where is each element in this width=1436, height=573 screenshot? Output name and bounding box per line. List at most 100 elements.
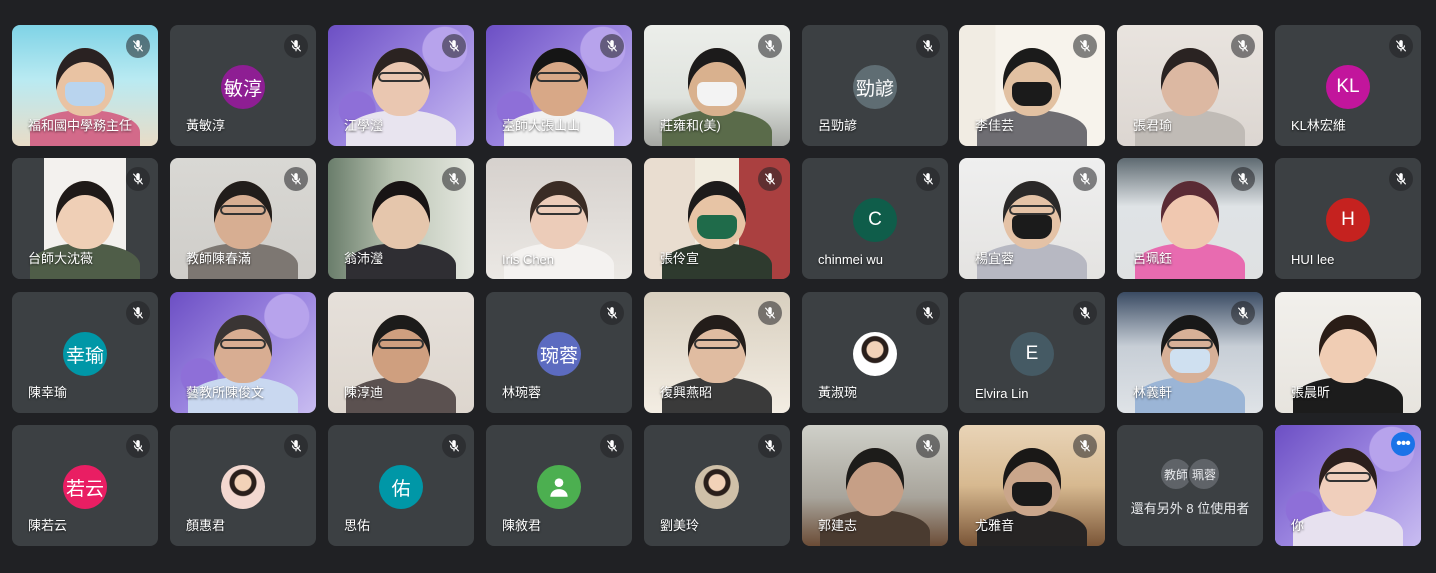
participant-tile[interactable]: 台師大沈薇 bbox=[12, 158, 158, 279]
self-tile[interactable]: ••• 你 bbox=[1275, 425, 1421, 546]
glasses-icon bbox=[536, 205, 582, 215]
participant-tile[interactable]: 教師 珮蓉 還有另外 8 位使用者 bbox=[1117, 425, 1263, 546]
participant-tile[interactable]: 琬蓉 林琬蓉 bbox=[486, 292, 632, 413]
participant-tile[interactable]: 郭建志 bbox=[802, 425, 948, 546]
mic-off-icon bbox=[916, 301, 940, 325]
participant-face bbox=[846, 448, 904, 516]
mic-off-icon bbox=[600, 434, 624, 458]
mic-off-icon bbox=[126, 434, 150, 458]
participant-name: 林義軒 bbox=[1133, 385, 1173, 400]
participant-face bbox=[530, 181, 588, 249]
mic-off-icon bbox=[1073, 167, 1097, 191]
participant-grid: 福和國中學務主任 敏淳 黃敏淳 江學瀅 臺師大張山山 莊雍和(美) 勁諺 呂勁諺 李佳芸 張君瑜 K… bbox=[0, 0, 1436, 573]
participant-face bbox=[214, 181, 272, 249]
participant-tile[interactable]: 張君瑜 bbox=[1117, 25, 1263, 146]
participant-face bbox=[1161, 48, 1219, 116]
participant-tile[interactable]: 幸瑜 陳幸瑜 bbox=[12, 292, 158, 413]
participant-tile[interactable]: 張晨昕 bbox=[1275, 292, 1421, 413]
mic-off-icon bbox=[758, 434, 782, 458]
participant-tile[interactable]: 陳淳迪 bbox=[328, 292, 474, 413]
participant-face bbox=[1319, 448, 1377, 516]
participant-face bbox=[530, 48, 588, 116]
mic-off-icon bbox=[442, 167, 466, 191]
participant-tile[interactable]: 尤雅音 bbox=[959, 425, 1105, 546]
participant-name: 呂勁諺 bbox=[818, 118, 858, 133]
participant-tile[interactable]: 福和國中學務主任 bbox=[12, 25, 158, 146]
participant-tile[interactable]: 翁沛瀅 bbox=[328, 158, 474, 279]
mic-off-icon bbox=[1231, 167, 1255, 191]
face-mask bbox=[1012, 482, 1052, 506]
participant-name: 臺師大張山山 bbox=[502, 118, 581, 133]
mic-off-icon bbox=[600, 301, 624, 325]
participant-name: 莊雍和(美) bbox=[660, 118, 721, 133]
participant-name: 張伶宣 bbox=[660, 251, 700, 266]
participant-avatar: 勁諺 bbox=[853, 65, 897, 109]
participant-face bbox=[1003, 448, 1061, 516]
participant-face bbox=[1003, 48, 1061, 116]
participant-tile[interactable]: Cchinmei wu bbox=[802, 158, 948, 279]
glasses-icon bbox=[1167, 339, 1213, 349]
participant-name: 呂珮鈺 bbox=[1133, 251, 1173, 266]
mic-off-icon bbox=[916, 434, 940, 458]
more-options-icon[interactable]: ••• bbox=[1391, 432, 1415, 456]
participant-face bbox=[372, 181, 430, 249]
participant-avatar: E bbox=[1010, 332, 1054, 376]
mic-off-icon bbox=[442, 434, 466, 458]
participant-tile[interactable]: 復興燕昭 bbox=[644, 292, 790, 413]
participant-tile[interactable]: 敏淳 黃敏淳 bbox=[170, 25, 316, 146]
participant-tile[interactable]: 藝教所陳俊文 bbox=[170, 292, 316, 413]
participant-tile[interactable]: E Elvira Lin bbox=[959, 292, 1105, 413]
participant-avatar-photo bbox=[695, 465, 739, 509]
participant-face bbox=[1161, 315, 1219, 383]
participant-tile[interactable]: 教師陳春滿 bbox=[170, 158, 316, 279]
participant-name: KL林宏維 bbox=[1291, 118, 1346, 133]
participant-name: 教師陳春滿 bbox=[186, 251, 252, 266]
default-user-icon bbox=[537, 465, 581, 509]
participant-name: 楊宜蓉 bbox=[975, 251, 1015, 266]
participant-name: Iris Chen bbox=[502, 252, 555, 267]
participant-tile[interactable]: 張伶宣 bbox=[644, 158, 790, 279]
mic-off-icon bbox=[284, 167, 308, 191]
participant-face bbox=[214, 315, 272, 383]
participant-tile[interactable]: 顏惠君 bbox=[170, 425, 316, 546]
mic-off-icon bbox=[1389, 167, 1413, 191]
glasses-icon bbox=[1325, 472, 1371, 482]
participant-avatar: 佑 bbox=[379, 465, 423, 509]
participant-tile[interactable]: 林義軒 bbox=[1117, 292, 1263, 413]
participant-name: 陳淳迪 bbox=[344, 385, 384, 400]
participant-name: 張晨昕 bbox=[1291, 385, 1331, 400]
mic-off-icon bbox=[284, 34, 308, 58]
face-mask bbox=[1170, 349, 1210, 373]
mic-off-icon bbox=[126, 301, 150, 325]
participant-avatar: 琬蓉 bbox=[537, 332, 581, 376]
participant-tile[interactable]: 李佳芸 bbox=[959, 25, 1105, 146]
participant-name: 李佳芸 bbox=[975, 118, 1015, 133]
participant-tile[interactable]: 勁諺呂勁諺 bbox=[802, 25, 948, 146]
participant-tile[interactable]: 莊雍和(美) bbox=[644, 25, 790, 146]
participant-tile[interactable]: H HUI lee bbox=[1275, 158, 1421, 279]
face-mask bbox=[1012, 82, 1052, 106]
participant-name: 台師大沈薇 bbox=[28, 251, 94, 266]
mic-off-icon bbox=[1073, 434, 1097, 458]
participant-face bbox=[688, 181, 746, 249]
participant-tile[interactable]: 楊宜蓉 bbox=[959, 158, 1105, 279]
mic-off-icon bbox=[284, 434, 308, 458]
glasses-icon bbox=[378, 72, 424, 82]
participant-tile[interactable]: 江學瀅 bbox=[328, 25, 474, 146]
participant-tile[interactable]: KL KL林宏維 bbox=[1275, 25, 1421, 146]
participant-face bbox=[56, 48, 114, 116]
participant-tile[interactable]: 呂珮鈺 bbox=[1117, 158, 1263, 279]
participant-tile[interactable]: 若云 陳若云 bbox=[12, 425, 158, 546]
participant-tile[interactable]: 陳敘君 bbox=[486, 425, 632, 546]
participant-tile[interactable]: 臺師大張山山 bbox=[486, 25, 632, 146]
glasses-icon bbox=[220, 205, 266, 215]
participant-tile[interactable]: 劉美玲 bbox=[644, 425, 790, 546]
participant-name: 劉美玲 bbox=[660, 518, 700, 533]
participant-tile[interactable]: Iris Chen bbox=[486, 158, 632, 279]
participant-name: chinmei wu bbox=[818, 252, 884, 267]
participant-tile[interactable]: 黃淑琬 bbox=[802, 292, 948, 413]
participant-face bbox=[1161, 181, 1219, 249]
participant-name: 藝教所陳俊文 bbox=[186, 385, 265, 400]
mic-off-icon bbox=[758, 34, 782, 58]
participant-tile[interactable]: 佑思佑 bbox=[328, 425, 474, 546]
